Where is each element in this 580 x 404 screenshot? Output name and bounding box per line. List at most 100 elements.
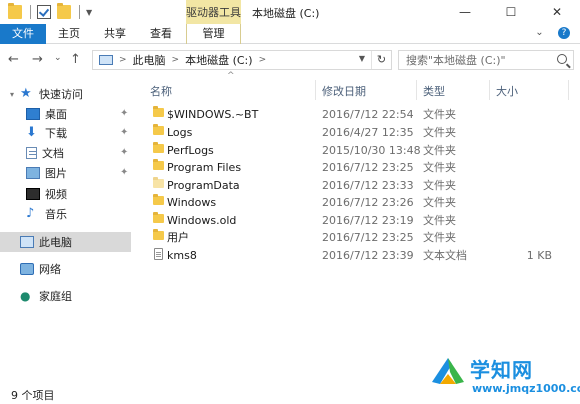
back-button[interactable]: ← [8,52,19,67]
file-row[interactable]: Windows 2016/7/12 23:26 文件夹 [140,193,580,211]
folder-icon [153,159,164,170]
breadcrumb-separator[interactable]: > [119,55,127,65]
file-row[interactable]: 用户 2016/7/12 23:25 文件夹 [140,228,580,246]
tab-view[interactable]: 查看 [138,24,184,44]
search-icon[interactable] [557,54,567,64]
file-type: 文件夹 [423,161,456,174]
nav-label: 快速访问 [39,88,83,101]
file-date: 2016/4/27 12:35 [322,125,414,139]
nav-item-videos[interactable]: 视频 [16,184,131,204]
nav-label: 下载 [45,127,67,140]
pin-icon[interactable]: ✦ [120,127,128,138]
nav-item-music[interactable]: ♪ 音乐 [16,204,131,224]
column-divider[interactable] [489,80,490,100]
homegroup-icon: ● [20,289,31,303]
watermark: 学知网 www.jmqz1000.com [428,348,580,404]
file-row[interactable]: $WINDOWS.~BT 2016/7/12 22:54 文件夹 [140,105,580,123]
file-type: 文件夹 [423,179,456,192]
tab-home[interactable]: 主页 [46,24,92,44]
file-size: 1 KB [526,248,552,262]
column-divider[interactable] [315,80,316,100]
file-name: Windows.old [167,213,237,227]
tab-manage[interactable]: 管理 [186,24,241,44]
properties-icon[interactable] [37,5,51,19]
music-icon: ♪ [26,206,35,221]
drive-tools-context-tab: 驱动器工具 [186,0,241,24]
ribbon-tabs: 文件 主页 共享 查看 管理 ⌄ ? [0,24,580,44]
search-box[interactable] [398,50,574,70]
divider [30,5,31,19]
file-type: 文件夹 [423,231,456,244]
address-bar[interactable]: > 此电脑 > 本地磁盘 (C:) > ▼ ↻ [92,50,392,70]
file-list: ^ 名称 修改日期 类型 大小 $WINDOWS.~BT 2016/7/12 2… [140,71,580,382]
document-icon [26,147,37,159]
nav-homegroup[interactable]: ● 家庭组 [0,286,131,306]
pin-icon[interactable]: ✦ [120,147,128,158]
file-date: 2016/7/12 22:54 [322,107,414,121]
file-name: 用户 [167,231,189,244]
this-pc-icon [20,236,34,248]
breadcrumb-local-disk[interactable]: 本地磁盘 (C:) [185,52,252,68]
minimize-button[interactable]: — [442,0,488,24]
file-row[interactable]: PerfLogs 2015/10/30 13:48 文件夹 [140,141,580,159]
column-divider[interactable] [568,80,569,100]
title-bar: ▼ 驱动器工具 本地磁盘 (C:) — ☐ ✕ [0,0,580,24]
column-date-modified[interactable]: 修改日期 [322,83,366,99]
tab-file[interactable]: 文件 [0,24,46,44]
file-row[interactable]: Windows.old 2016/7/12 23:19 文件夹 [140,211,580,229]
file-row[interactable]: Logs 2016/4/27 12:35 文件夹 [140,123,580,141]
forward-button[interactable]: → [32,52,43,67]
nav-item-desktop[interactable]: 桌面 [16,104,131,124]
refresh-button[interactable]: ↻ [371,51,391,69]
nav-label: 家庭组 [39,290,72,303]
nav-item-downloads[interactable]: ⬇ 下载 [16,123,131,143]
chevron-down-icon[interactable]: ▼ [86,8,92,17]
expand-arrow-icon[interactable]: ▾ [10,90,20,99]
breadcrumb-separator[interactable]: > [259,55,267,65]
nav-item-documents[interactable]: 文档 [16,143,131,163]
column-type[interactable]: 类型 [423,83,445,99]
breadcrumb-this-pc[interactable]: 此电脑 [133,52,166,68]
nav-this-pc[interactable]: 此电脑 [0,232,131,252]
column-size[interactable]: 大小 [496,83,518,99]
quick-access-toolbar: ▼ [8,3,92,20]
file-name: Logs [167,125,193,139]
ribbon-controls: ⌄ ? [535,27,570,39]
nav-label: 文档 [42,147,64,160]
search-input[interactable] [399,51,549,69]
address-row: ← → ⌄ ↑ > 此电脑 > 本地磁盘 (C:) > ▼ ↻ [0,44,580,76]
tab-share[interactable]: 共享 [92,24,138,44]
nav-network[interactable]: 网络 [0,259,131,279]
star-icon: ★ [20,86,32,101]
navigation-pane: ▾ ★ 快速访问 桌面 ✦ ⬇ 下载 ✦ 文档 ✦ 图片 ✦ 视频 ♪ 音乐 此… [0,76,140,382]
help-icon[interactable]: ? [558,27,570,39]
pin-icon[interactable]: ✦ [120,167,128,178]
desktop-icon [26,108,40,120]
column-name[interactable]: 名称 [150,83,172,99]
nav-item-pictures[interactable]: 图片 [16,163,131,183]
file-date: 2016/7/12 23:33 [322,178,414,192]
file-name: Windows [167,195,217,209]
download-icon: ⬇ [26,125,37,140]
expand-ribbon-icon[interactable]: ⌄ [535,27,543,38]
file-name: ProgramData [167,178,240,192]
pin-icon[interactable]: ✦ [120,108,128,119]
breadcrumb-separator[interactable]: > [172,55,180,65]
chevron-down-icon[interactable]: ▼ [359,54,365,63]
file-row[interactable]: Program Files 2016/7/12 23:25 文件夹 [140,158,580,176]
column-divider[interactable] [416,80,417,100]
file-type: 文件夹 [423,108,456,121]
file-date: 2016/7/12 23:25 [322,230,414,244]
file-row[interactable]: kms8 2016/7/12 23:39 文本文档 1 KB [140,246,580,264]
nav-quick-access[interactable]: ▾ ★ 快速访问 [0,84,131,104]
new-folder-icon[interactable] [57,3,71,19]
up-button[interactable]: ↑ [70,52,81,67]
this-pc-icon [99,55,113,65]
recent-locations-button[interactable]: ⌄ [54,53,62,63]
column-headers: ^ 名称 修改日期 类型 大小 [140,71,580,102]
close-button[interactable]: ✕ [534,0,580,24]
file-row[interactable]: ProgramData 2016/7/12 23:33 文件夹 [140,176,580,194]
maximize-button[interactable]: ☐ [488,0,534,24]
window-title: 本地磁盘 (C:) [252,7,320,20]
nav-label: 图片 [45,167,67,180]
